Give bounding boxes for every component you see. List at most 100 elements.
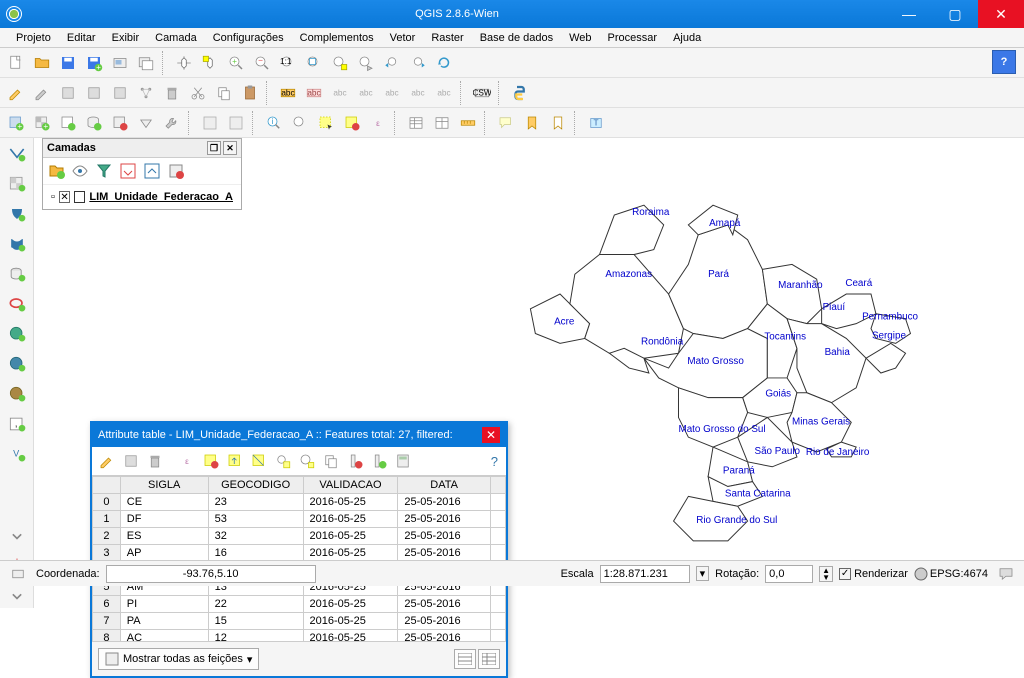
table-row[interactable]: 3AP162016-05-2525-05-2016	[93, 545, 506, 562]
new-shapefile-icon[interactable]	[56, 111, 80, 135]
open-attr-table-icon[interactable]	[404, 111, 428, 135]
layer-row[interactable]: ▫ ✕ LIM_Unidade_Federacao_A	[49, 189, 235, 205]
python-icon[interactable]	[508, 81, 532, 105]
attribute-table[interactable]: SIGLA GEOCODIGO VALIDACAO DATA 0CE232016…	[92, 476, 506, 641]
zoom-last-icon[interactable]	[380, 51, 404, 75]
label-tool3-icon[interactable]: abc	[354, 81, 378, 105]
minimize-button[interactable]: —	[886, 0, 932, 28]
add-wfs-icon[interactable]	[5, 382, 29, 406]
col-header[interactable]: SIGLA	[120, 477, 208, 494]
attr-close-button[interactable]: ✕	[482, 427, 500, 443]
copy-icon[interactable]	[212, 81, 236, 105]
menu-ajuda[interactable]: Ajuda	[665, 30, 709, 46]
rotation-input[interactable]	[765, 565, 813, 583]
add-column-icon[interactable]	[368, 450, 390, 472]
print-composer-icon[interactable]	[108, 51, 132, 75]
help-question-icon[interactable]: ?	[491, 454, 502, 469]
csw-icon[interactable]: CSW	[470, 81, 494, 105]
add-wcs-icon[interactable]	[5, 352, 29, 376]
save-edits-icon[interactable]	[56, 81, 80, 105]
measure-icon[interactable]	[456, 111, 480, 135]
field-calc2-icon[interactable]	[392, 450, 414, 472]
add-vector-icon[interactable]: +	[4, 111, 28, 135]
deselect-all-icon[interactable]	[200, 450, 222, 472]
label-tool6-icon[interactable]: abc	[432, 81, 456, 105]
crs-button[interactable]: EPSG:4674	[914, 567, 988, 581]
tree-toggle-icon[interactable]: ▫	[51, 191, 55, 203]
toggle-edit-icon[interactable]	[96, 450, 118, 472]
menu-projeto[interactable]: Projeto	[8, 30, 59, 46]
table-row[interactable]: 2ES322016-05-2525-05-2016	[93, 528, 506, 545]
menu-complementos[interactable]: Complementos	[292, 30, 382, 46]
cut-icon[interactable]	[186, 81, 210, 105]
pan-to-selected-icon[interactable]	[272, 450, 294, 472]
pan-icon[interactable]	[172, 51, 196, 75]
add-oracle-icon[interactable]	[5, 292, 29, 316]
open-project-icon[interactable]	[30, 51, 54, 75]
attr-window-title-bar[interactable]: Attribute table - LIM_Unidade_Federacao_…	[92, 423, 506, 447]
delete-column-icon[interactable]	[344, 450, 366, 472]
geoproc-icon[interactable]	[134, 111, 158, 135]
table-row[interactable]: 8AC122016-05-2525-05-2016	[93, 630, 506, 642]
save-as-icon[interactable]: +	[82, 51, 106, 75]
tb-icon[interactable]	[198, 111, 222, 135]
messages-icon[interactable]	[994, 562, 1018, 586]
new-project-icon[interactable]	[4, 51, 28, 75]
bookmark2-icon[interactable]	[546, 111, 570, 135]
rotation-spinner-icon[interactable]: ▲▼	[819, 566, 833, 582]
edit-pencil-icon[interactable]	[4, 81, 28, 105]
col-header[interactable]: GEOCODIGO	[208, 477, 303, 494]
identify-icon[interactable]: i	[262, 111, 286, 135]
filter-legend-icon[interactable]	[93, 160, 115, 182]
add-raster-icon[interactable]: +	[30, 111, 54, 135]
menu-exibir[interactable]: Exibir	[104, 30, 148, 46]
select-by-expr-icon[interactable]: ε	[176, 450, 198, 472]
expand-all-icon[interactable]	[117, 160, 139, 182]
manage-visibility-icon[interactable]	[69, 160, 91, 182]
col-header[interactable]: VALIDACAO	[303, 477, 398, 494]
delete-selected-icon[interactable]	[144, 450, 166, 472]
collapse-all-icon[interactable]	[141, 160, 163, 182]
add-mssql-icon[interactable]	[5, 262, 29, 286]
remove-layer2-icon[interactable]	[165, 160, 187, 182]
menu-processar[interactable]: Processar	[600, 30, 666, 46]
panel-close-icon[interactable]: ✕	[223, 141, 237, 155]
map-tips-icon[interactable]	[494, 111, 518, 135]
paste-icon[interactable]	[238, 81, 262, 105]
help-icon[interactable]: ?	[992, 50, 1016, 74]
menu-raster[interactable]: Raster	[423, 30, 471, 46]
add-wms-icon[interactable]	[5, 322, 29, 346]
zoom-layer-icon[interactable]	[354, 51, 378, 75]
label-tool4-icon[interactable]: abc	[380, 81, 404, 105]
zoom-in-icon[interactable]: +	[224, 51, 248, 75]
zoom-next-icon[interactable]	[406, 51, 430, 75]
expression-select-icon[interactable]: ε	[366, 111, 390, 135]
chevron-down-icon[interactable]	[5, 524, 29, 548]
add-postgis-icon[interactable]	[5, 202, 29, 226]
label-tool1-icon[interactable]: abc	[302, 81, 326, 105]
add-vector-layer-icon[interactable]	[5, 142, 29, 166]
label-abc-icon[interactable]: abc	[276, 81, 300, 105]
table-row[interactable]: 7PA152016-05-2525-05-2016	[93, 613, 506, 630]
panel-undock-icon[interactable]: ❐	[207, 141, 221, 155]
show-all-features-button[interactable]: Mostrar todas as feições ▾	[98, 648, 259, 670]
deselect-icon[interactable]	[340, 111, 364, 135]
zoom-selection-icon[interactable]	[328, 51, 352, 75]
scale-dropdown-icon[interactable]: ▾	[696, 566, 710, 581]
col-header[interactable]: DATA	[398, 477, 491, 494]
move-feature-icon[interactable]	[108, 81, 132, 105]
menu-editar[interactable]: Editar	[59, 30, 104, 46]
scale-input[interactable]	[600, 565, 690, 583]
table-row[interactable]: 0CE232016-05-2525-05-2016	[93, 494, 506, 511]
chevron-down2-icon[interactable]	[5, 584, 29, 608]
form-view-button[interactable]	[478, 649, 500, 669]
add-group-icon[interactable]	[45, 160, 67, 182]
move-top-icon[interactable]	[224, 450, 246, 472]
toggle-extents-icon[interactable]	[6, 562, 30, 586]
close-button[interactable]: ✕	[978, 0, 1024, 28]
save-edits2-icon[interactable]	[120, 450, 142, 472]
text-annotation-icon[interactable]: T	[584, 111, 608, 135]
copy-rows-icon[interactable]	[320, 450, 342, 472]
zoom-native-icon[interactable]: 1:1	[276, 51, 300, 75]
zoom-out-icon[interactable]: −	[250, 51, 274, 75]
